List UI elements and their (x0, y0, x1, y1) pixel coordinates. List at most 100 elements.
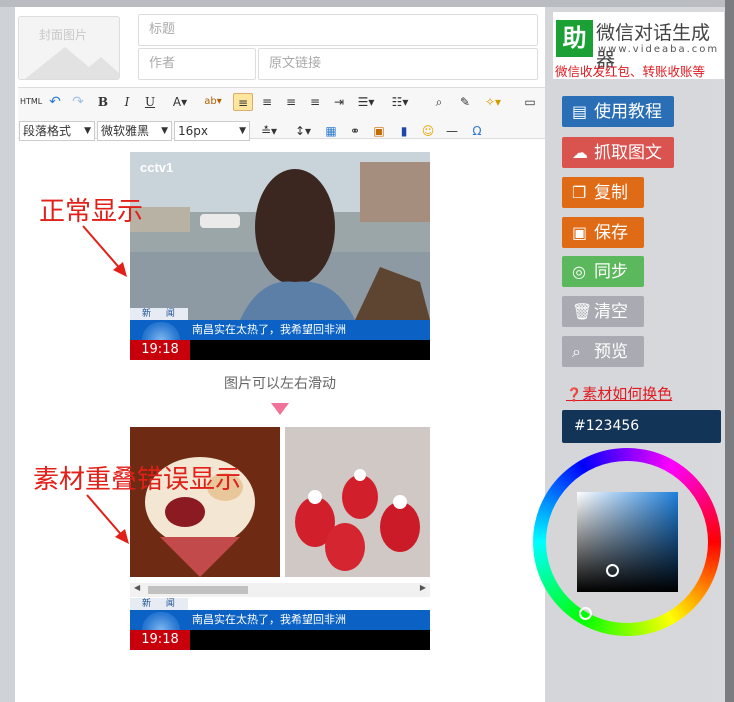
image-insert-icon[interactable]: ▣ (370, 122, 388, 140)
paragraph-format-value: 段落格式 (23, 124, 72, 138)
globe-icon (142, 322, 180, 340)
down-arrow-icon (271, 403, 289, 415)
font-size-select[interactable]: 16px ▼ (174, 121, 250, 141)
italic-button[interactable]: I (120, 93, 134, 111)
news-card-normal: cctv1 新 闻 南昌实在太热了，我希望回非洲 19:18 (130, 152, 430, 361)
news-ticker: 新 闻 南昌实在太热了，我希望回非洲 (130, 308, 430, 340)
dessert-photos (130, 427, 430, 577)
brand-banner[interactable]: 助 微信对话生成器 www.videaba.com 微信收发红包、转账收账等 (553, 12, 724, 79)
eraser-icon[interactable]: ✎ (456, 93, 474, 111)
special-char-icon[interactable]: Ω (468, 122, 486, 140)
emoji-icon[interactable]: ☺ (419, 122, 437, 140)
cover-image-upload[interactable]: 封面图片 (18, 16, 120, 80)
news-ticker: 新 闻 南昌实在太热了，我希望回非洲 (130, 598, 430, 630)
image-placeholder-icon (25, 47, 119, 79)
align-center-button[interactable]: ≡ (258, 93, 276, 111)
save-icon: ▣ (572, 223, 588, 242)
bullet-list-button[interactable]: ☰▾ (354, 93, 378, 111)
channel-logo: cctv1 (140, 160, 173, 175)
sync-label: 同步 (594, 262, 628, 282)
time-bar: 19:18 (130, 630, 430, 650)
link-icon[interactable]: ⚭ (346, 122, 364, 140)
bold-button[interactable]: B (96, 93, 110, 111)
tutorial-button[interactable]: ▤ 使用教程 (562, 96, 674, 127)
cloud-download-icon: ☁ (572, 143, 588, 162)
paragraph-format-select[interactable]: 段落格式 ▼ (19, 121, 95, 141)
author-input[interactable]: 作者 (138, 48, 256, 80)
undo-icon[interactable]: ↶ (47, 93, 63, 111)
title-input[interactable]: 标题 (138, 14, 538, 46)
editor-panel: 封面图片 标题 作者 原文链接 HTML ↶ ↷ B I U A▾ ab▾ ≡ … (15, 7, 545, 702)
save-button[interactable]: ▣ 保存 (562, 217, 644, 248)
find-replace-icon[interactable]: ⌕ (430, 93, 448, 111)
help-link-label: 素材如何换色 (582, 385, 673, 403)
font-color-button[interactable]: A▾ (168, 93, 192, 111)
highlight-color-button[interactable]: ab▾ (200, 93, 226, 111)
indent-button[interactable]: ⇥ (330, 93, 348, 111)
sync-button[interactable]: ◎ 同步 (562, 256, 644, 287)
redo-icon[interactable]: ↷ (70, 93, 86, 111)
font-size-value: 16px (178, 124, 208, 138)
brand-promo: 微信收发红包、转账收账等 (555, 64, 706, 79)
paragraph-spacing-icon[interactable]: ↕▾ (290, 122, 316, 140)
align-right-button[interactable]: ≡ (282, 93, 300, 111)
search-icon: ⌕ (572, 342, 581, 361)
fetch-article-label: 抓取图文 (594, 143, 662, 163)
underline-button[interactable]: U (143, 93, 157, 111)
preview-button[interactable]: ⌕ 预览 (562, 336, 644, 367)
saturation-square[interactable] (577, 492, 678, 592)
annotation-arrow-icon (86, 494, 129, 544)
chevron-down-icon: ▼ (239, 126, 246, 136)
tutorial-label: 使用教程 (594, 102, 662, 122)
source-link-input[interactable]: 原文链接 (258, 48, 538, 80)
saturation-picker-handle[interactable] (606, 564, 619, 577)
chevron-down-icon: ▼ (161, 126, 168, 136)
preview-label: 预览 (594, 342, 628, 362)
wechat-icon: ◎ (572, 262, 586, 281)
globe-icon (142, 612, 180, 630)
trash-icon: 🗑 (572, 302, 593, 321)
brand-logo: 助 (556, 20, 593, 57)
format-painter-icon[interactable]: ✧▾ (480, 93, 506, 111)
swipe-hint: 图片可以左右滑动 (224, 376, 336, 392)
copy-label: 复制 (594, 183, 628, 203)
annotation-arrow-icon (82, 225, 127, 277)
fetch-article-button[interactable]: ☁ 抓取图文 (562, 137, 674, 168)
help-link[interactable]: ❓素材如何换色 (566, 383, 672, 404)
news-caption: 南昌实在太热了，我希望回非洲 (192, 323, 346, 336)
align-left-button[interactable]: ≡ (233, 93, 253, 111)
question-circle-icon: ❓ (566, 388, 583, 403)
clear-button[interactable]: 🗑清空 (562, 296, 644, 327)
copy-button[interactable]: ❐ 复制 (562, 177, 644, 208)
chevron-down-icon: ▼ (84, 126, 91, 136)
horizontal-rule-icon[interactable]: — (443, 122, 461, 140)
news-tag: 新 闻 (130, 308, 188, 320)
line-height-icon[interactable]: ≛▾ (256, 122, 282, 140)
video-icon[interactable]: ▮ (396, 122, 412, 140)
news-time: 19:18 (130, 630, 190, 650)
save-label: 保存 (594, 223, 628, 243)
scroll-right-arrow[interactable]: ▶ (420, 583, 426, 592)
right-edge (725, 0, 734, 702)
preview-screen-icon[interactable]: ▭ (521, 93, 539, 111)
numbered-list-button[interactable]: ☷▾ (388, 93, 412, 111)
color-hex-input[interactable]: #123456 (562, 410, 721, 443)
font-family-value: 微软雅黑 (101, 124, 150, 138)
font-family-select[interactable]: 微软雅黑 ▼ (97, 121, 172, 141)
align-justify-button[interactable]: ≡ (306, 93, 324, 111)
copy-icon: ❐ (572, 183, 587, 202)
brand-url: www.videaba.com (598, 44, 720, 55)
horizontal-scrollbar[interactable]: ◀ ▶ (130, 583, 430, 597)
news-tag: 新 闻 (130, 598, 188, 610)
hue-picker-handle[interactable] (579, 607, 592, 620)
clear-label: 清空 (594, 302, 628, 322)
editor-toolbar: HTML ↶ ↷ B I U A▾ ab▾ ≡ ≡ ≡ ≡ ⇥ ☰▾ ☷▾ ⌕ … (18, 87, 545, 141)
table-icon[interactable]: ▦ (322, 122, 340, 140)
news-caption: 南昌实在太热了，我希望回非洲 (192, 613, 346, 626)
top-strip (0, 0, 734, 7)
time-bar: 19:18 (130, 340, 430, 360)
scroll-left-arrow[interactable]: ◀ (134, 583, 140, 592)
html-source-button[interactable]: HTML (20, 93, 42, 111)
scrollbar-thumb[interactable] (148, 586, 248, 594)
news-photo-man: cctv1 (130, 152, 430, 320)
